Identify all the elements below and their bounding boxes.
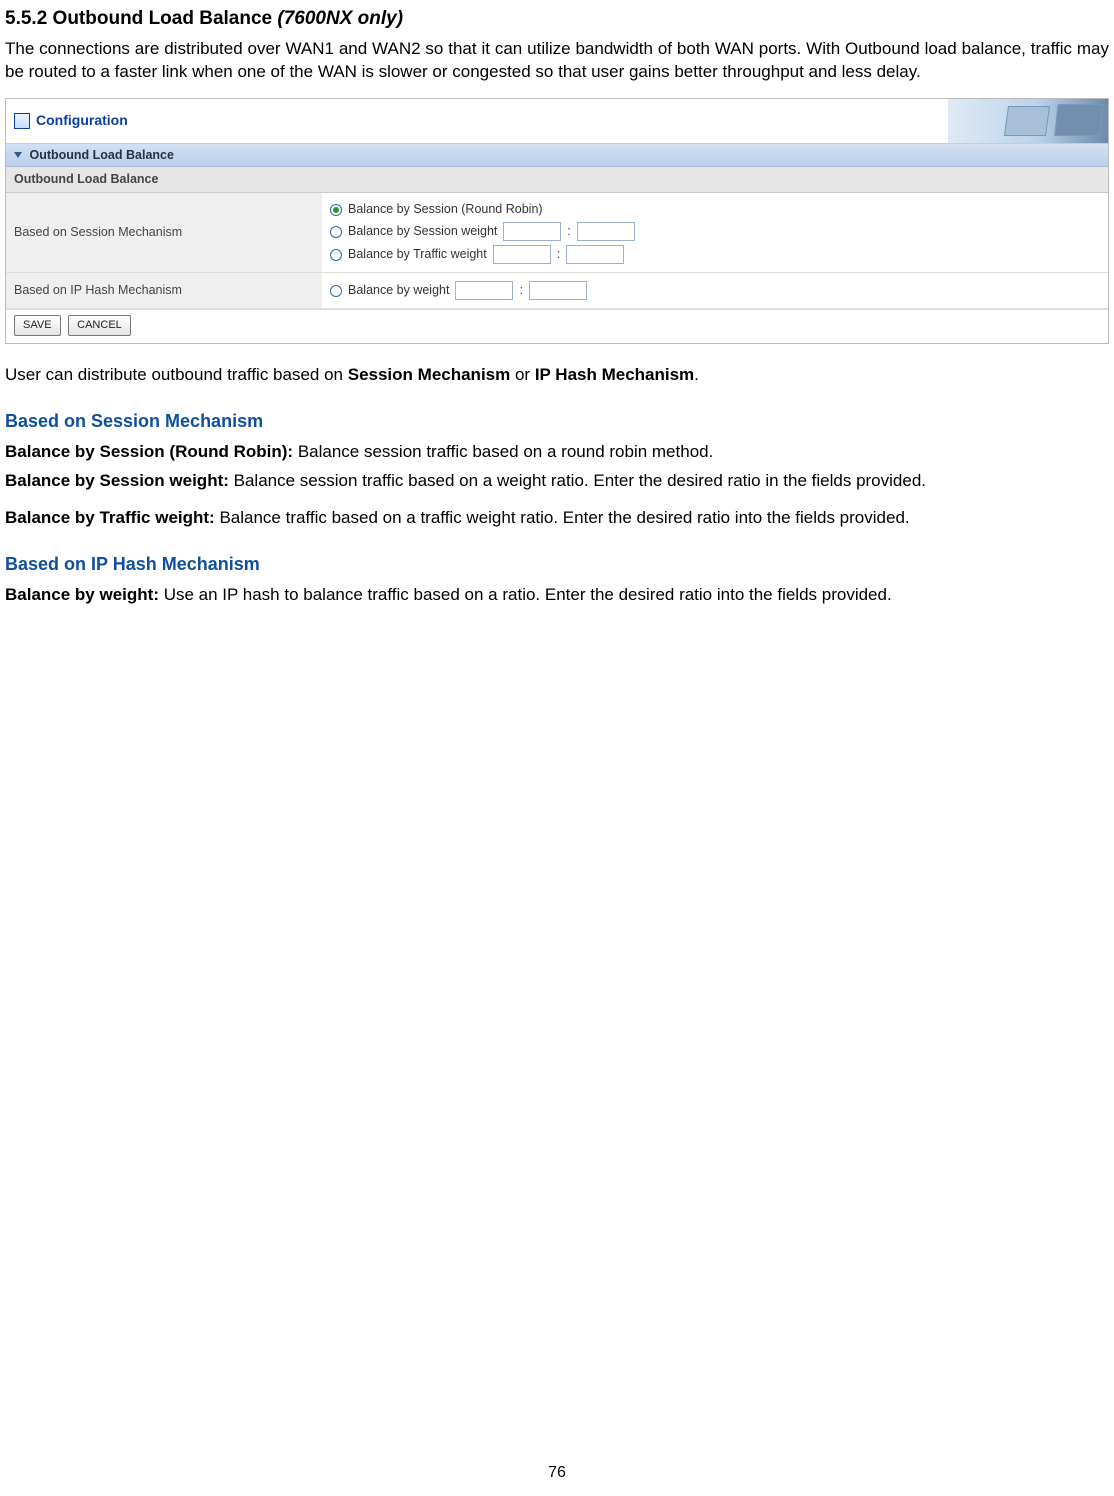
config-window-header: Configuration (6, 99, 1108, 144)
config-header-title-wrap: Configuration (14, 111, 128, 130)
para-balance-session-rr: Balance by Session (Round Robin): Balanc… (5, 441, 1109, 464)
option-label: Balance by Session (Round Robin) (348, 201, 543, 218)
header-decoration (948, 99, 1108, 143)
distribute-paragraph: User can distribute outbound traffic bas… (5, 364, 1109, 387)
option-label: Balance by weight (348, 282, 449, 299)
radio-icon[interactable] (330, 249, 342, 261)
intro-paragraph: The connections are distributed over WAN… (5, 38, 1109, 84)
heading-iphash-mechanism: Based on IP Hash Mechanism (5, 552, 1109, 576)
ratio-separator: : (557, 246, 560, 263)
row-options-session: Balance by Session (Round Robin) Balance… (322, 193, 1108, 272)
subsection-bar: Outbound Load Balance (6, 167, 1108, 193)
ratio-separator: : (567, 223, 570, 240)
config-table: Based on Session Mechanism Balance by Se… (6, 193, 1108, 309)
section-heading: 5.5.2 Outbound Load Balance (7600NX only… (5, 6, 1109, 32)
label-balance-by-weight: Balance by weight: (5, 585, 159, 604)
row-label-iphash: Based on IP Hash Mechanism (6, 273, 322, 309)
distribute-bold-iphash: IP Hash Mechanism (535, 365, 694, 384)
option-balance-weight[interactable]: Balance by weight : (330, 279, 1100, 302)
config-header-title: Configuration (36, 111, 128, 130)
label-balance-traffic-weight: Balance by Traffic weight: (5, 508, 215, 527)
option-label: Balance by Session weight (348, 223, 497, 240)
balance-weight-input-2[interactable] (529, 281, 587, 300)
session-weight-input-1[interactable] (503, 222, 561, 241)
para-balance-by-weight: Balance by weight: Use an IP hash to bal… (5, 584, 1109, 607)
save-button[interactable]: SAVE (14, 315, 61, 336)
text-balance-traffic-weight: Balance traffic based on a traffic weigh… (215, 508, 910, 527)
section-bar[interactable]: Outbound Load Balance (6, 144, 1108, 168)
option-traffic-weight[interactable]: Balance by Traffic weight : (330, 243, 1100, 266)
distribute-suffix: . (694, 365, 699, 384)
chevron-down-icon (14, 152, 22, 158)
text-balance-session-weight: Balance session traffic based on a weigh… (229, 471, 926, 490)
label-balance-session-rr: Balance by Session (Round Robin): (5, 442, 293, 461)
button-bar: SAVE CANCEL (6, 309, 1108, 343)
row-label-session: Based on Session Mechanism (6, 193, 322, 272)
distribute-bold-session: Session Mechanism (348, 365, 511, 384)
distribute-mid: or (510, 365, 535, 384)
text-balance-by-weight: Use an IP hash to balance traffic based … (159, 585, 892, 604)
traffic-weight-input-1[interactable] (493, 245, 551, 264)
cancel-button[interactable]: CANCEL (68, 315, 131, 336)
section-title: Outbound Load Balance (53, 8, 273, 29)
traffic-weight-input-2[interactable] (566, 245, 624, 264)
option-label: Balance by Traffic weight (348, 246, 487, 263)
para-balance-session-weight: Balance by Session weight: Balance sessi… (5, 470, 1109, 493)
config-header-icon (14, 113, 30, 129)
section-subtitle: (7600NX only) (277, 8, 403, 29)
page-number: 76 (0, 1462, 1114, 1484)
radio-icon[interactable] (330, 204, 342, 216)
heading-session-mechanism: Based on Session Mechanism (5, 409, 1109, 433)
table-row: Based on IP Hash Mechanism Balance by we… (6, 273, 1108, 309)
session-weight-input-2[interactable] (577, 222, 635, 241)
section-number: 5.5.2 (5, 8, 47, 29)
distribute-prefix: User can distribute outbound traffic bas… (5, 365, 348, 384)
table-row: Based on Session Mechanism Balance by Se… (6, 193, 1108, 272)
label-balance-session-weight: Balance by Session weight: (5, 471, 229, 490)
option-session-weight[interactable]: Balance by Session weight : (330, 220, 1100, 243)
ratio-separator: : (519, 282, 522, 299)
text-balance-session-rr: Balance session traffic based on a round… (293, 442, 713, 461)
radio-icon[interactable] (330, 285, 342, 297)
row-options-iphash: Balance by weight : (322, 273, 1108, 309)
section-bar-label: Outbound Load Balance (29, 148, 173, 162)
radio-icon[interactable] (330, 226, 342, 238)
balance-weight-input-1[interactable] (455, 281, 513, 300)
option-session-roundrobin[interactable]: Balance by Session (Round Robin) (330, 199, 1100, 220)
para-balance-traffic-weight: Balance by Traffic weight: Balance traff… (5, 507, 1109, 530)
config-screenshot: Configuration Outbound Load Balance Outb… (5, 98, 1109, 344)
